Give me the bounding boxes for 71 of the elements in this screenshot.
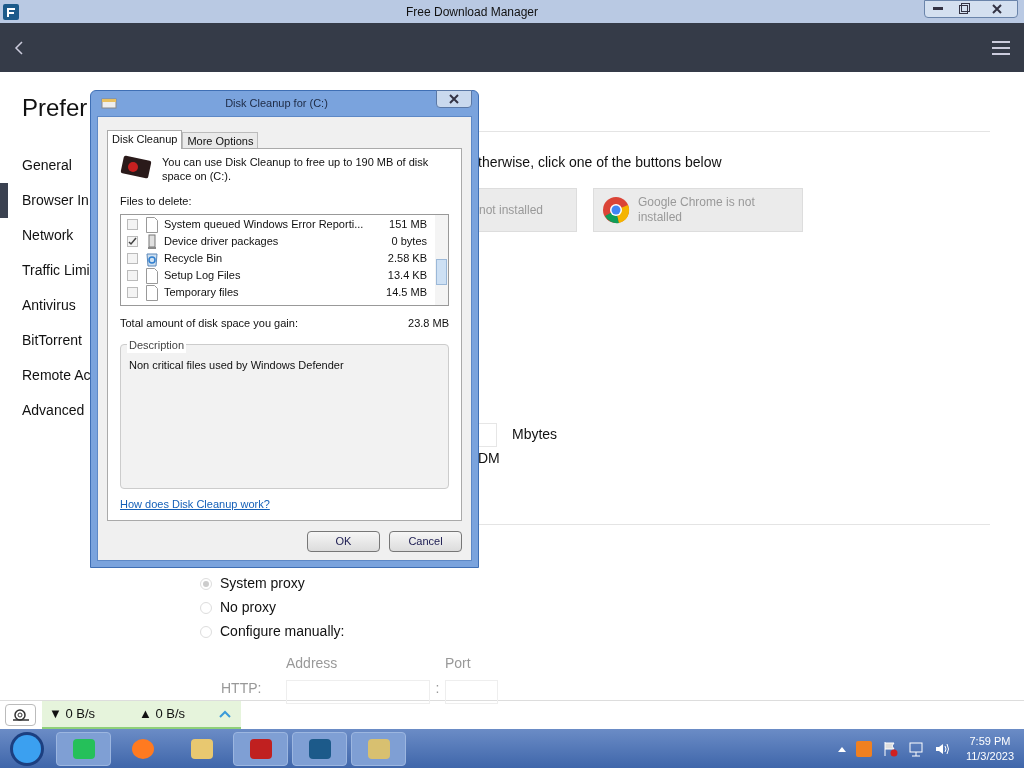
restore-icon — [958, 3, 970, 15]
proxy-radio[interactable]: System proxy — [200, 571, 990, 596]
dialog-button[interactable]: Cancel — [389, 531, 462, 552]
intro-text: therwise, click one of the buttons below — [478, 152, 723, 172]
clock-time[interactable]: 7:59 PM — [969, 733, 1011, 749]
checkbox[interactable] — [127, 219, 138, 230]
taskbar-app[interactable] — [233, 731, 288, 766]
document-icon — [146, 216, 158, 233]
file-name: Temporary files — [164, 285, 240, 301]
close-icon — [449, 94, 459, 105]
separator: : — [434, 679, 441, 699]
file-name: Setup Log Files — [164, 268, 242, 284]
cleanup-message: You can use Disk Cleanup to free up to 190 MB of disk space on (C:). — [162, 154, 430, 183]
recycle-bin-icon — [145, 250, 159, 267]
total-label: Total amount of disk space you gain: — [120, 316, 298, 331]
close-icon — [992, 3, 1002, 14]
port-input[interactable] — [445, 679, 498, 704]
chrome-icon — [602, 195, 630, 224]
checkbox[interactable] — [127, 287, 138, 298]
disk-cleanup-icon — [101, 97, 117, 110]
file-name: Recycle Bin — [164, 251, 224, 267]
disk-drive-icon — [120, 154, 152, 179]
unit-label: Mbytes — [512, 425, 558, 445]
flag-icon[interactable] — [881, 740, 898, 757]
download-speed: ▼ 0 B/s — [49, 705, 97, 724]
dialog-tab[interactable]: Disk Cleanup — [107, 129, 183, 149]
back-icon[interactable] — [14, 40, 24, 55]
snail-icon — [10, 708, 31, 722]
port-header: Port — [445, 653, 471, 673]
file-name: System queued Windows Error Reporti... — [164, 217, 365, 233]
show-hidden-icon[interactable] — [837, 745, 846, 752]
file-name: Device driver packages — [164, 234, 280, 250]
chevron-up-icon[interactable] — [219, 710, 231, 718]
document-icon — [146, 284, 158, 301]
description-text: Non critical files used by Windows Defender — [129, 358, 344, 371]
address-input[interactable] — [286, 679, 430, 704]
menu-icon[interactable] — [992, 40, 1010, 55]
minimize-icon — [933, 7, 943, 11]
scrollbar[interactable] — [435, 215, 448, 305]
row-label: HTTP: — [221, 679, 263, 699]
file-size: 151 MB — [389, 217, 427, 233]
dialog-button[interactable]: OK — [307, 531, 380, 552]
document-icon — [146, 267, 158, 284]
option-text: DM — [478, 448, 501, 468]
device-icon — [146, 233, 158, 250]
dialog-title: Disk Cleanup for (C:) — [224, 96, 329, 111]
total-value: 23.8 MB — [408, 316, 449, 331]
file-size: 14.5 MB — [386, 285, 427, 301]
help-link[interactable]: How does Disk Cleanup work? — [120, 495, 449, 512]
close-button[interactable] — [436, 90, 472, 109]
taskbar-app[interactable] — [351, 731, 406, 766]
network-icon[interactable] — [907, 740, 924, 757]
proxy-radio[interactable]: Configure manually: — [200, 619, 990, 644]
taskbar-app[interactable] — [292, 731, 347, 766]
checkbox[interactable] — [127, 236, 138, 247]
clock-date[interactable]: 11/3/2023 — [965, 748, 1014, 764]
app-logo-icon — [2, 2, 20, 21]
dialog-tab[interactable]: More Options — [182, 131, 259, 148]
file-size: 0 bytes — [391, 234, 427, 250]
upload-speed: ▲ 0 B/s — [139, 705, 187, 724]
page-heading: Prefer — [22, 93, 88, 122]
files-label: Files to delete: — [120, 193, 193, 209]
proxy-radio[interactable]: No proxy — [200, 595, 990, 620]
file-size: 2.58 KB — [387, 251, 427, 267]
checkbox[interactable] — [127, 253, 138, 264]
start-button[interactable] — [8, 729, 46, 768]
address-header: Address — [286, 653, 339, 673]
speed-mode-button[interactable] — [5, 704, 36, 726]
window-title: Free Download Manager — [404, 3, 540, 21]
checkbox[interactable] — [127, 270, 138, 281]
file-size: 13.4 KB — [387, 268, 427, 284]
